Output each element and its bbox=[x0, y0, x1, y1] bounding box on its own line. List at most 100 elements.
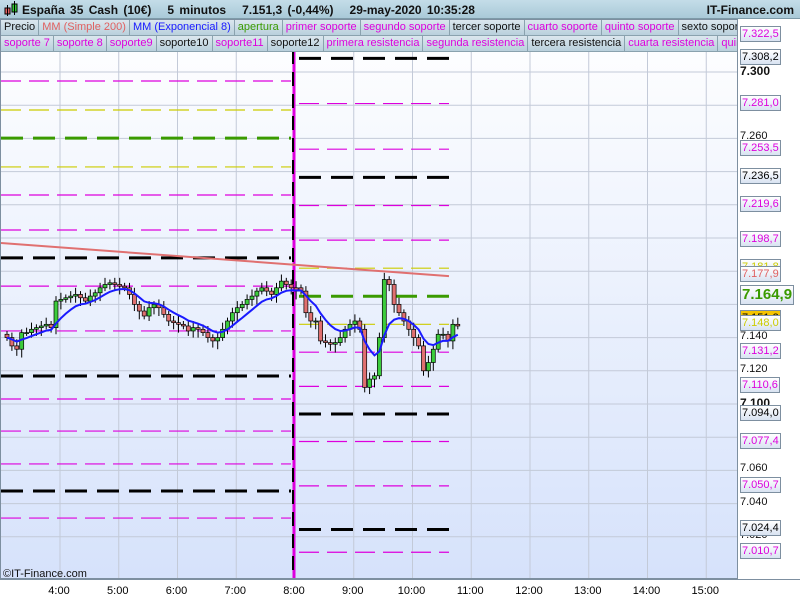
candle bbox=[112, 282, 118, 285]
candle bbox=[38, 325, 44, 328]
legend-item[interactable]: segundo soporte bbox=[360, 20, 450, 36]
candle bbox=[337, 337, 343, 343]
y-tick-label: 7.120 bbox=[740, 362, 768, 375]
price-chart[interactable]: Precio MM (Simple 200) MM (Exponencial 8) a… bbox=[0, 19, 738, 579]
legend-item[interactable]: soporte9 bbox=[106, 36, 157, 52]
candle bbox=[215, 337, 221, 342]
candle bbox=[122, 285, 127, 289]
candle bbox=[323, 340, 328, 343]
candle bbox=[239, 304, 245, 309]
legend-item[interactable]: Precio bbox=[1, 20, 40, 36]
candle bbox=[166, 314, 172, 322]
legend-item[interactable]: primer soporte bbox=[282, 20, 361, 36]
price-level-label: 7.077,4 bbox=[740, 432, 781, 449]
candle bbox=[328, 342, 333, 345]
price-axis: 7.3007.2607.1407.1207.1007.0607.0407.020… bbox=[738, 19, 800, 579]
y-tick-label: 7.140 bbox=[740, 329, 768, 342]
legend-item[interactable]: tercer soporte bbox=[449, 20, 525, 36]
x-tick-label: 5:00 bbox=[107, 585, 129, 597]
legend-item[interactable]: soporte 8 bbox=[53, 36, 107, 52]
candle bbox=[73, 294, 78, 297]
candle bbox=[176, 322, 181, 325]
legend-item[interactable]: tercera resistencia bbox=[528, 36, 626, 52]
candle bbox=[205, 332, 211, 338]
price-level-label: 7.236,5 bbox=[740, 168, 781, 185]
candle bbox=[68, 295, 74, 299]
candle bbox=[97, 287, 103, 294]
price-level-label: 7.164,9 bbox=[740, 285, 795, 306]
legend-item[interactable]: apertura bbox=[234, 20, 283, 36]
candle bbox=[416, 337, 421, 347]
candle bbox=[107, 282, 113, 285]
legend-item[interactable]: cuarto soporte bbox=[524, 20, 602, 36]
price-level-label: 7.177,9 bbox=[740, 265, 781, 282]
candle bbox=[381, 279, 387, 338]
legend-item[interactable]: soporte 7 bbox=[1, 36, 54, 52]
legend-item[interactable]: MM (Exponencial 8) bbox=[129, 20, 235, 36]
brand-label: IT-Finance.com bbox=[706, 3, 794, 17]
legend-item[interactable]: soporte11 bbox=[212, 36, 268, 52]
legend-item[interactable]: soporte10 bbox=[156, 36, 213, 52]
title-bar: España 35 Cash (10€) 5 minutos 7.151,3 (… bbox=[0, 0, 800, 19]
candle bbox=[171, 320, 176, 324]
candle bbox=[117, 284, 123, 287]
legend-row-1: Precio MM (Simple 200) MM (Exponencial 8) a… bbox=[1, 20, 737, 36]
candle bbox=[288, 284, 294, 289]
candle bbox=[279, 280, 284, 289]
candle bbox=[254, 290, 260, 297]
candle bbox=[244, 299, 250, 305]
candle bbox=[269, 290, 274, 295]
candle bbox=[352, 320, 358, 325]
candle bbox=[146, 307, 152, 317]
candle bbox=[14, 345, 20, 350]
x-tick-label: 13:00 bbox=[573, 585, 602, 597]
y-tick-label: 7.040 bbox=[740, 495, 768, 508]
price-level-label: 7.131,2 bbox=[740, 343, 781, 360]
candle bbox=[78, 294, 83, 299]
candle bbox=[426, 362, 431, 372]
candle bbox=[396, 304, 402, 314]
legend-item[interactable]: quinto soporte bbox=[601, 20, 679, 36]
candlestick-logo-icon bbox=[4, 1, 18, 16]
candle bbox=[29, 328, 34, 333]
candle bbox=[455, 323, 461, 327]
candle bbox=[92, 292, 98, 297]
y-tick-label: 7.060 bbox=[740, 462, 768, 475]
legend-item[interactable]: soporte12 bbox=[267, 36, 324, 52]
legend-item[interactable]: quinta r bbox=[718, 36, 737, 52]
candle bbox=[24, 332, 29, 334]
candle bbox=[63, 297, 69, 300]
candle bbox=[283, 280, 289, 285]
candle bbox=[132, 294, 137, 305]
x-tick-label: 12:00 bbox=[515, 585, 543, 597]
candle bbox=[308, 312, 314, 322]
price-level-label: 7.322,5 bbox=[740, 25, 781, 42]
price-level-label: 7.050,7 bbox=[740, 476, 781, 493]
candle bbox=[234, 307, 240, 314]
chart-canvas bbox=[1, 20, 737, 578]
candle bbox=[440, 333, 446, 336]
candle bbox=[264, 287, 270, 292]
legend-item[interactable]: sexto soporte bbox=[678, 20, 737, 36]
candle bbox=[43, 323, 49, 327]
candle bbox=[274, 287, 279, 295]
candle bbox=[421, 345, 426, 372]
candle bbox=[411, 328, 417, 338]
candle bbox=[386, 279, 392, 285]
legend-item[interactable]: cuarta resistencia bbox=[625, 36, 719, 52]
candle bbox=[210, 337, 216, 342]
candle bbox=[430, 348, 436, 363]
candle bbox=[259, 287, 265, 292]
candle bbox=[313, 320, 319, 323]
legend-item[interactable]: primera resistencia bbox=[323, 36, 424, 52]
x-tick-label: 10:00 bbox=[397, 585, 426, 597]
candle bbox=[200, 328, 206, 333]
price-level-label: 7.024,4 bbox=[740, 520, 781, 537]
legend-item[interactable]: MM (Simple 200) bbox=[39, 20, 130, 36]
candle bbox=[249, 295, 255, 300]
time-axis: 4:00 5:00 6:00 7:00 8:00 9:00 10:00 11:00 12:00 1… bbox=[0, 579, 800, 600]
candle bbox=[141, 310, 147, 317]
candle bbox=[190, 327, 196, 332]
legend-item[interactable]: segunda resistencia bbox=[423, 36, 529, 52]
x-tick-label: 15:00 bbox=[691, 585, 720, 597]
